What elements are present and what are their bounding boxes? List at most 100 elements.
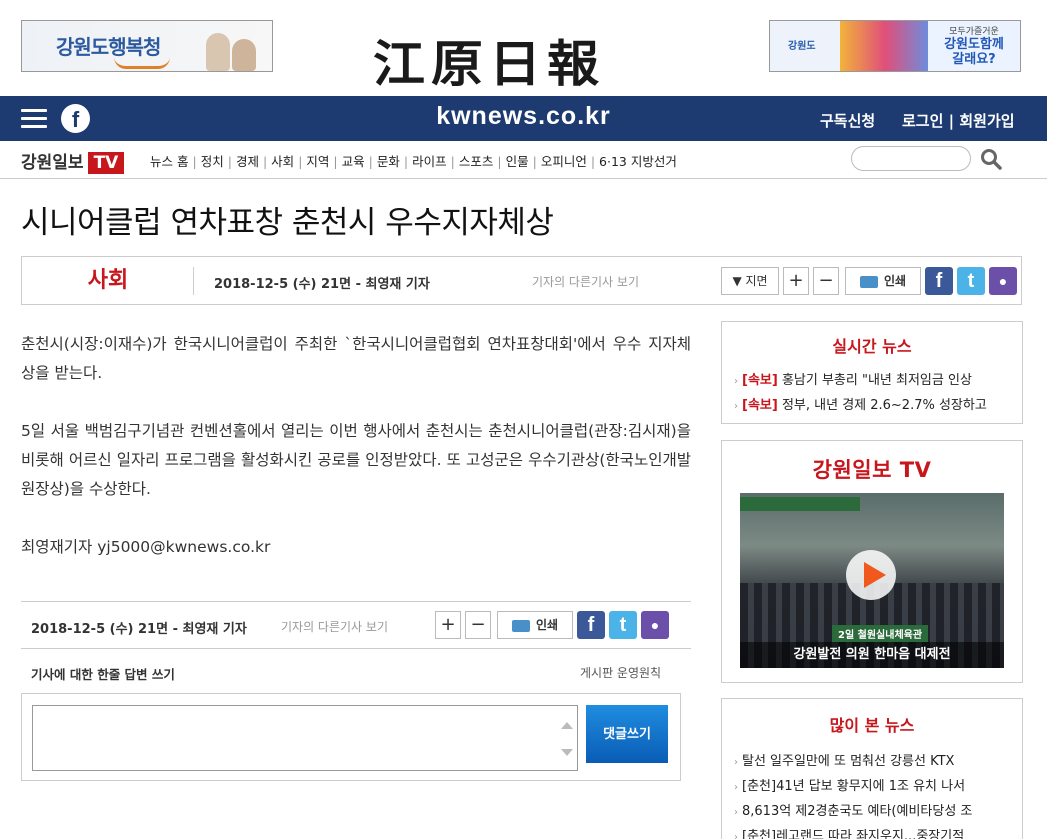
ad-big-text-2: 갈래요?	[952, 52, 996, 67]
list-item[interactable]: › 8,613억 제2경춘국도 예타(예비타당성 조	[734, 800, 1019, 825]
play-icon[interactable]	[846, 550, 896, 600]
list-item[interactable]: › [속보] 정부, 내년 경제 2.6~2.7% 성장하고	[734, 394, 1019, 419]
news-title: [춘천]레고랜드 따라 좌지우지...중장기적	[742, 829, 965, 839]
article-meta: 2018-12-5 (수) 21면 - 최영재 기자	[31, 622, 247, 637]
video-thumbnail[interactable]: 2일 철원실내체육관 강원발전 의원 한마음 대제전	[740, 493, 1004, 668]
kakaostory-share-icon[interactable]: ●	[641, 611, 669, 639]
print-label: 인쇄	[535, 618, 559, 632]
facebook-share-icon[interactable]: f	[577, 611, 605, 639]
divider	[193, 267, 194, 295]
ad-small-text: 모두가즐거운	[949, 27, 999, 37]
nav-item-region[interactable]: 지역	[306, 154, 329, 169]
comment-textarea[interactable]	[32, 705, 578, 771]
article-tools: + − 인쇄 f t ●	[435, 611, 669, 639]
list-item[interactable]: › [속보] 홍남기 부총리 "내년 최저임금 인상	[734, 369, 1019, 394]
nav-item-life[interactable]: 라이프	[412, 154, 447, 169]
other-articles-link[interactable]: 기자의 다른기사 보기	[281, 618, 388, 635]
kakaostory-share-icon[interactable]: ●	[989, 267, 1017, 295]
video-venue-label: 2일 철원실내체육관	[832, 625, 929, 642]
news-title: 8,613억 제2경춘국도 예타(예비타당성 조	[742, 804, 973, 819]
article-paragraph: 5일 서울 백범김구기념관 컨벤션홀에서 열리는 이번 행사에서 춘천시는 춘천…	[21, 422, 691, 498]
nav-separator: |	[368, 154, 373, 169]
list-item[interactable]: › [춘천]레고랜드 따라 좌지우지...중장기적	[734, 825, 1019, 839]
nav-item-culture[interactable]: 문화	[377, 154, 400, 169]
bullet-icon: ›	[734, 757, 738, 768]
section-label[interactable]: 사회	[22, 257, 194, 304]
popular-news-box: 많이 본 뉴스 › 탈선 일주일만에 또 멈춰선 강릉선 KTX › [춘천]41년…	[721, 698, 1023, 839]
nav-item-people[interactable]: 인물	[506, 154, 529, 169]
ad-banner-right[interactable]: 강원도 모두가즐거운 강원도함께 갈래요?	[769, 20, 1021, 72]
list-item[interactable]: › 탈선 일주일만에 또 멈춰선 강릉선 KTX	[734, 750, 1019, 775]
tv-box-title: 강원일보 TV	[812, 458, 932, 482]
font-decrease-button[interactable]: −	[813, 267, 839, 295]
article-bottom-bar: 2018-12-5 (수) 21면 - 최영재 기자 기자의 다른기사 보기 +…	[21, 601, 691, 649]
comment-form: 댓글쓰기	[21, 693, 681, 781]
ad-people-illustration	[840, 21, 930, 71]
breaking-tag: [속보]	[742, 373, 778, 388]
board-rules-link[interactable]: 게시판 운영원칙	[580, 664, 661, 681]
print-button[interactable]: 인쇄	[845, 267, 921, 295]
nav-item-education[interactable]: 교육	[342, 154, 365, 169]
print-button[interactable]: 인쇄	[497, 611, 573, 639]
ad-banner-left[interactable]: 강원도행복청	[21, 20, 273, 72]
subscribe-link[interactable]: 구독신청	[820, 110, 875, 131]
news-title: 탈선 일주일만에 또 멈춰선 강릉선 KTX	[742, 754, 955, 769]
printer-icon	[859, 275, 878, 288]
nav-separator: |	[450, 154, 455, 169]
bullet-icon: ›	[734, 401, 738, 412]
login-link[interactable]: 로그인	[902, 112, 943, 130]
other-articles-link[interactable]: 기자의 다른기사 보기	[532, 273, 639, 290]
font-increase-button[interactable]: +	[783, 267, 809, 295]
video-caption: 강원발전 의원 한마음 대제전	[740, 642, 1004, 668]
scroll-up-arrow-icon[interactable]	[561, 722, 573, 729]
font-increase-button[interactable]: +	[435, 611, 461, 639]
comment-submit-button[interactable]: 댓글쓰기	[586, 705, 668, 763]
nav-item-politics[interactable]: 정치	[201, 154, 224, 169]
twitter-share-icon[interactable]: t	[957, 267, 985, 295]
facebook-share-icon[interactable]: f	[925, 267, 953, 295]
font-decrease-button[interactable]: −	[465, 611, 491, 639]
nav-item-opinion[interactable]: 오피니언	[541, 154, 587, 169]
nav-separator: |	[532, 154, 537, 169]
brand-name: 강원일보	[21, 153, 84, 173]
news-title: [춘천]41년 답보 황무지에 1조 유치 나서	[742, 779, 966, 794]
nav-item-society[interactable]: 사회	[271, 154, 294, 169]
list-item[interactable]: › [춘천]41년 답보 황무지에 1조 유치 나서	[734, 775, 1019, 800]
bullet-icon: ›	[734, 807, 738, 818]
category-list: 뉴스 홈 | 정치 | 경제 | 사회 | 지역 | 교육 | 문화 | 라이프 | 스포츠 | 인물 | 오피니언 | 6…	[150, 151, 677, 170]
bullet-icon: ›	[734, 782, 738, 793]
search-icon[interactable]	[980, 148, 1002, 170]
signup-link[interactable]: 회원가입	[959, 112, 1014, 130]
brand-tv-logo[interactable]: 강원일보 TV	[21, 148, 125, 174]
children-photo	[204, 27, 260, 71]
nav-item-election[interactable]: 6·13 지방선거	[599, 154, 677, 169]
ad-left-text: 강원도행복청	[56, 35, 161, 59]
article-info-bar: 사회 2018-12-5 (수) 21면 - 최영재 기자 기자의 다른기사 보…	[21, 256, 1022, 305]
nav-separator: |	[403, 154, 409, 169]
nav-item-news-home[interactable]: 뉴스 홈	[150, 154, 188, 169]
comment-heading: 기사에 대한 한줄 답변 쓰기	[31, 667, 175, 682]
news-title: 홍남기 부총리 "내년 최저임금 인상	[781, 373, 972, 388]
tv-badge: TV	[87, 152, 125, 174]
main-navbar: f kwnews.co.kr 구독신청 로그인 | 회원가입	[0, 96, 1047, 141]
nav-separator: |	[192, 154, 197, 169]
nav-separator: |	[298, 154, 303, 169]
scroll-down-arrow-icon[interactable]	[561, 749, 573, 756]
page-button[interactable]: ▼ 지면	[721, 267, 779, 295]
nav-item-economy[interactable]: 경제	[236, 154, 259, 169]
nav-separator: |	[262, 154, 268, 169]
ad-org-block: 강원도	[770, 21, 840, 71]
nav-separator: |	[497, 154, 502, 169]
nav-item-sports[interactable]: 스포츠	[459, 154, 494, 169]
bullet-icon: ›	[734, 376, 738, 387]
search-input[interactable]	[851, 146, 971, 171]
site-logo[interactable]: 江原日報	[373, 24, 605, 95]
article-byline: 최영재기자 yj5000@kwnews.co.kr	[21, 538, 271, 556]
site-domain[interactable]: kwnews.co.kr	[0, 102, 1047, 131]
popular-news-list: › 탈선 일주일만에 또 멈춰선 강릉선 KTX › [춘천]41년 답보 황무지에…	[722, 750, 1022, 839]
twitter-share-icon[interactable]: t	[609, 611, 637, 639]
nav-separator: |	[227, 154, 232, 169]
ad-big-text-1: 강원도함께	[944, 37, 1004, 52]
venue-banner	[740, 497, 860, 511]
site-header: 강원도행복청 江原日報 강원도 모두가즐거운 강원도함께 갈래요?	[0, 0, 1047, 96]
